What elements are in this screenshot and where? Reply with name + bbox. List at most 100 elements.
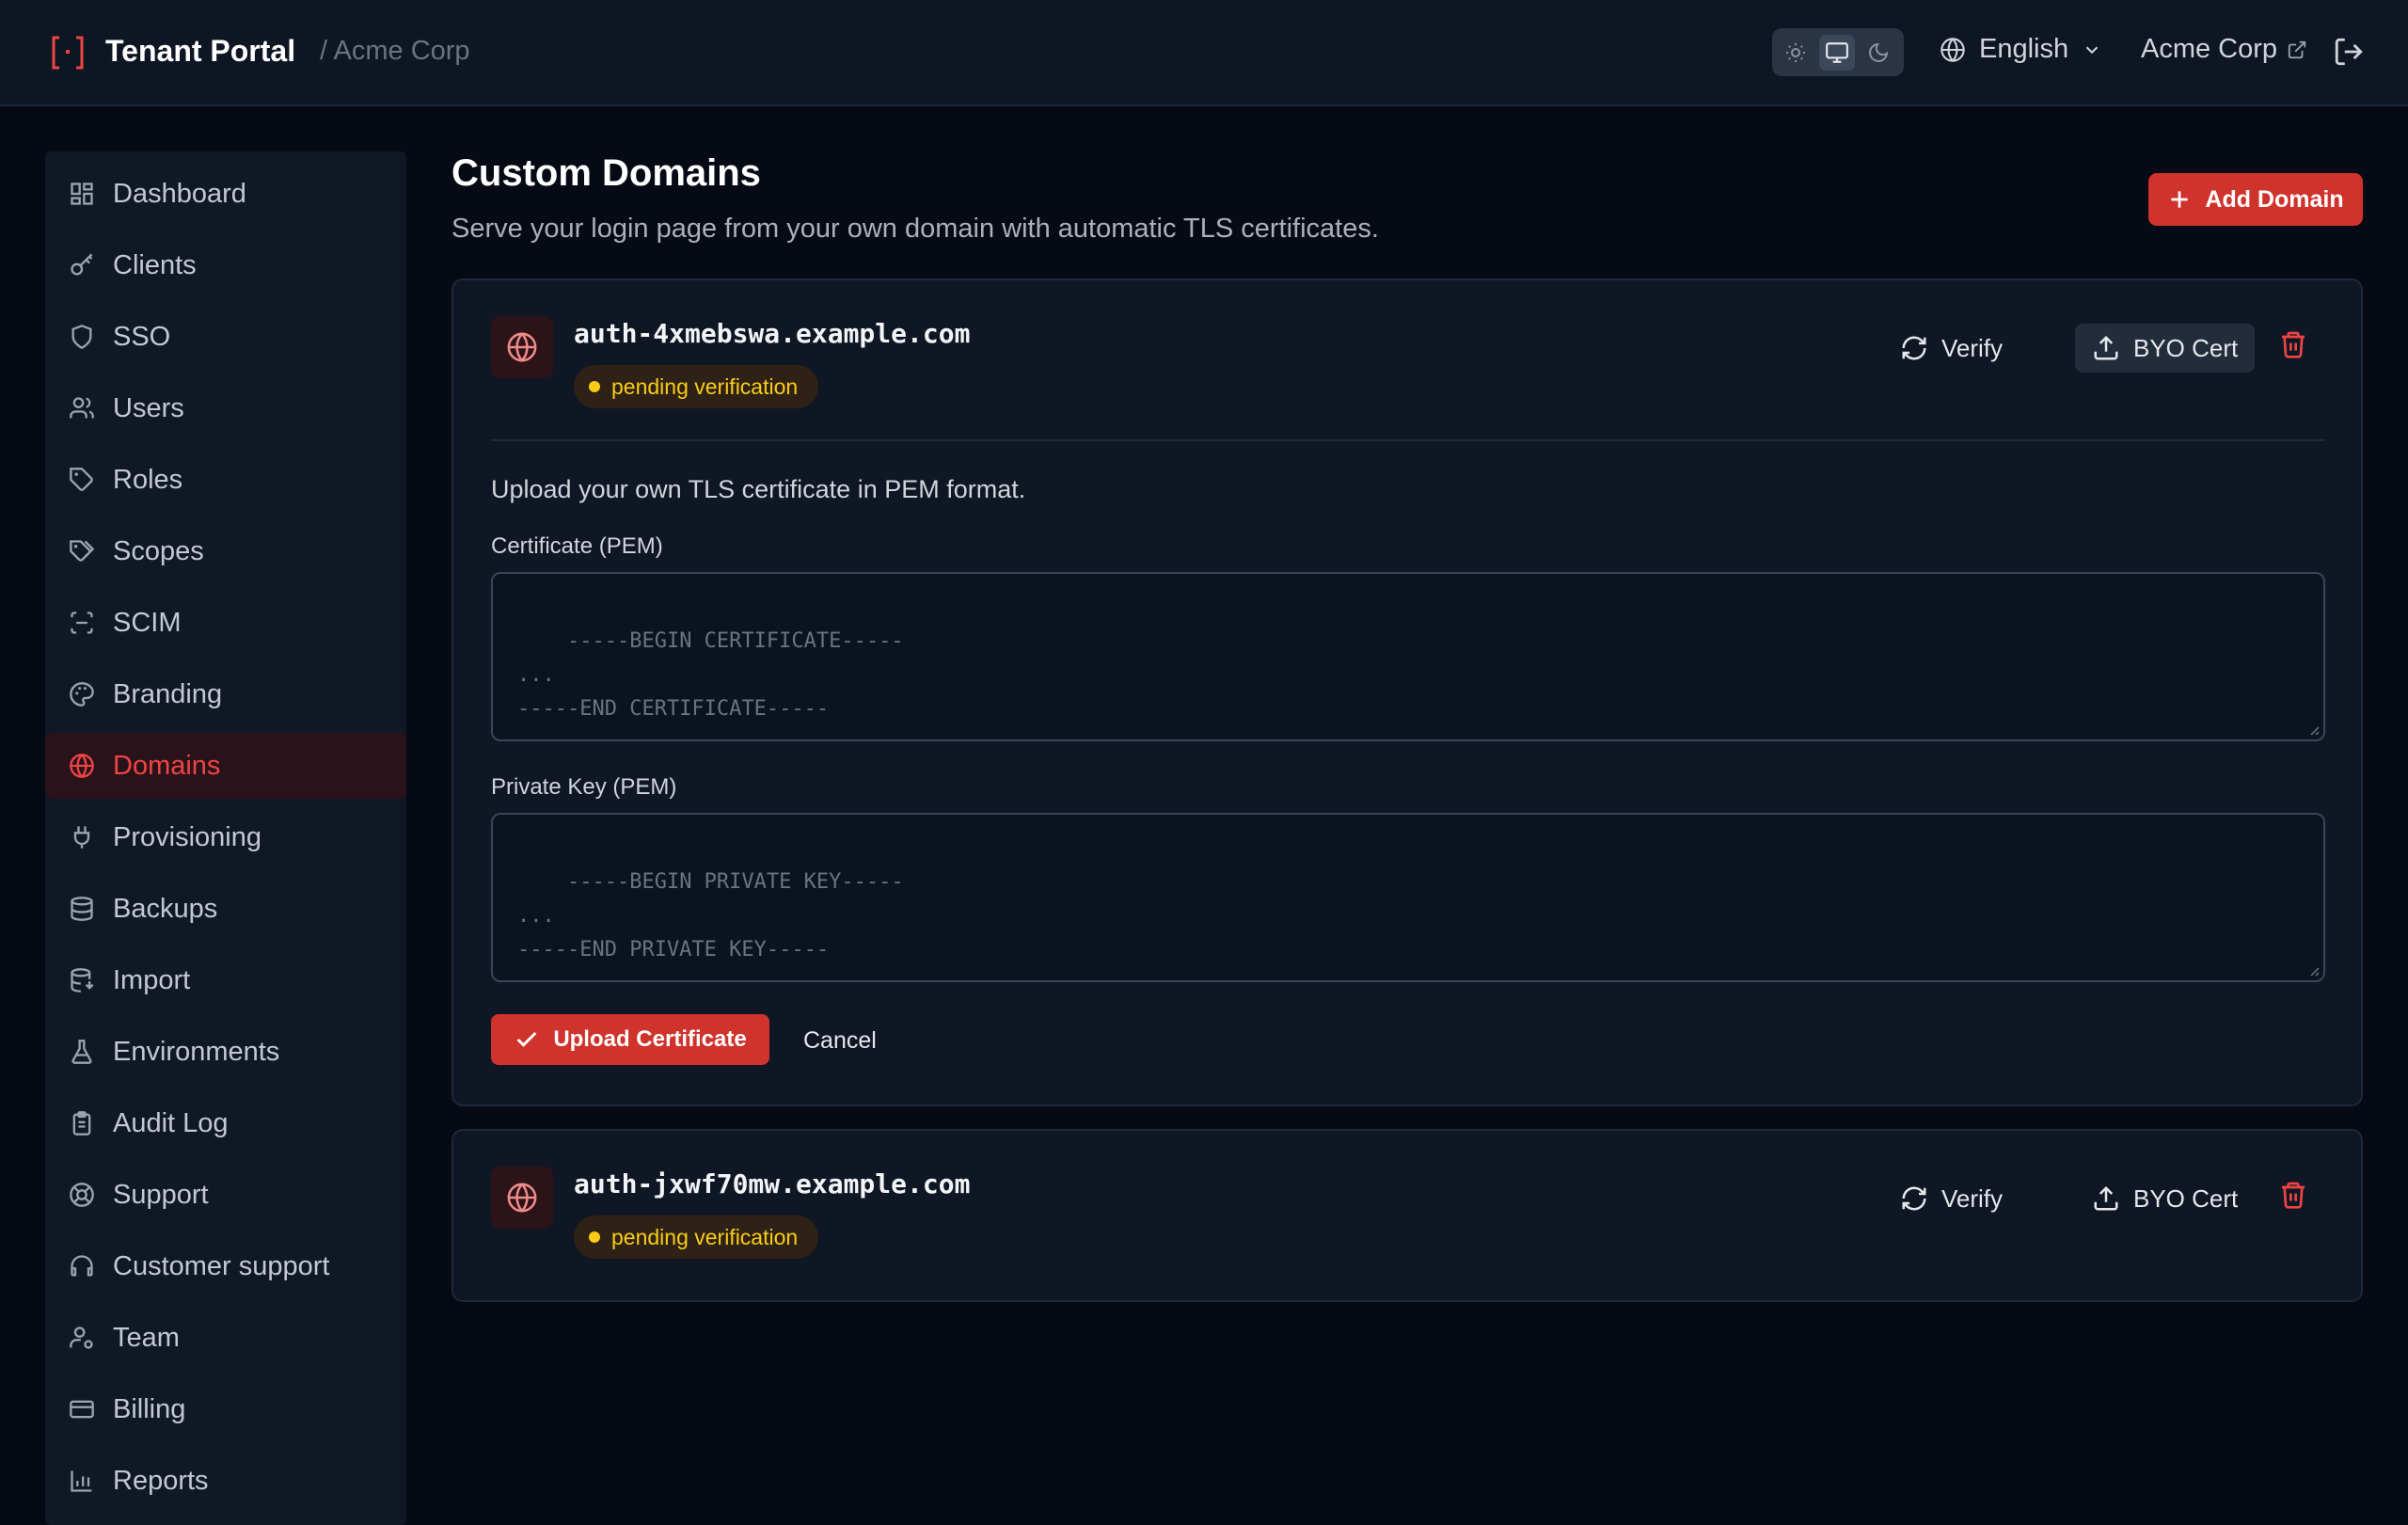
sidebar-item-label: Scopes: [113, 535, 204, 566]
upload-certificate-button[interactable]: Upload Certificate: [491, 1014, 769, 1065]
tags-icon: [68, 537, 96, 565]
light-theme-button[interactable]: [1778, 35, 1814, 71]
language-selector[interactable]: English: [1940, 34, 2102, 65]
globe-icon: [507, 332, 537, 362]
sun-icon: [1786, 42, 1805, 62]
language-label: English: [1979, 34, 2069, 64]
credit-card-icon: [68, 1395, 96, 1423]
private-key-textarea[interactable]: -----BEGIN PRIVATE KEY----- ... -----END…: [491, 813, 2325, 982]
trash-icon[interactable]: [2278, 329, 2308, 359]
sidebar-item-scim[interactable]: SCIM: [45, 590, 406, 656]
sidebar-item-label: SSO: [113, 321, 171, 352]
divider: [491, 439, 2325, 441]
status-dot: [589, 1231, 600, 1243]
tag-icon: [68, 466, 96, 494]
globe-icon: [507, 1183, 537, 1213]
domain-globe-icon: [491, 316, 553, 378]
verify-label: Verify: [1941, 333, 2004, 362]
sidebar-item-sso[interactable]: SSO: [45, 304, 406, 370]
monitor-icon: [1826, 41, 1848, 63]
sidebar-item-customer-support[interactable]: Customer support: [45, 1233, 406, 1299]
sidebar-item-environments[interactable]: Environments: [45, 1019, 406, 1085]
database-import-icon: [68, 966, 96, 994]
dashboard-icon: [68, 180, 96, 208]
certificate-textarea[interactable]: -----BEGIN CERTIFICATE----- ... -----END…: [491, 572, 2325, 741]
chevron-down-icon: [2085, 46, 2099, 54]
sidebar-item-label: Team: [113, 1322, 180, 1353]
resize-handle-icon[interactable]: [2306, 723, 2320, 736]
cancel-button[interactable]: Cancel: [803, 1027, 877, 1055]
sidebar-item-clients[interactable]: Clients: [45, 232, 406, 298]
breadcrumb: / Acme Corp: [320, 36, 470, 66]
verify-button[interactable]: Verify: [1883, 1174, 2020, 1223]
domain-card: auth-4xmebswa.example.com pending verifi…: [452, 278, 2363, 1106]
sidebar-item-roles[interactable]: Roles: [45, 447, 406, 513]
domain-name: auth-4xmebswa.example.com: [574, 318, 971, 349]
add-domain-label: Add Domain: [2205, 185, 2344, 213]
status-badge: pending verification: [574, 1215, 819, 1259]
check-icon: [516, 1031, 537, 1047]
resize-handle-icon[interactable]: [2306, 963, 2320, 977]
logout-icon[interactable]: [2333, 36, 2365, 68]
app-title[interactable]: Tenant Portal: [105, 34, 295, 69]
trash-icon[interactable]: [2278, 1180, 2308, 1210]
globe-icon: [1941, 37, 1965, 62]
upload-certificate-label: Upload Certificate: [553, 1026, 747, 1052]
private-key-placeholder: -----BEGIN PRIVATE KEY----- ... -----END…: [517, 870, 904, 961]
sidebar-item-team[interactable]: Team: [45, 1305, 406, 1371]
sidebar-item-scopes[interactable]: Scopes: [45, 518, 406, 584]
org-link-label: Acme Corp: [2141, 34, 2278, 64]
sidebar-item-import[interactable]: Import: [45, 947, 406, 1013]
verify-label: Verify: [1941, 1183, 2004, 1213]
sidebar-item-domains[interactable]: Domains: [45, 733, 406, 799]
sidebar-item-dashboard[interactable]: Dashboard: [45, 161, 406, 227]
database-icon: [68, 895, 96, 923]
sidebar: Dashboard Clients SSO Users Roles Scopes…: [45, 151, 406, 1525]
private-key-label: Private Key (PEM): [491, 774, 677, 800]
plus-icon: [2171, 191, 2189, 208]
domain-name: auth-jxwf70mw.example.com: [574, 1168, 971, 1199]
sidebar-item-reports[interactable]: Reports: [45, 1448, 406, 1514]
verify-button[interactable]: Verify: [1883, 324, 2020, 373]
sidebar-item-label: Users: [113, 392, 184, 423]
headset-icon: [68, 1252, 96, 1280]
org-external-link[interactable]: Acme Corp: [2141, 34, 2307, 65]
lifebuoy-icon: [68, 1181, 96, 1209]
upload-icon: [2094, 335, 2118, 360]
byo-cert-button[interactable]: BYO Cert: [2075, 324, 2256, 373]
key-icon: [68, 251, 96, 279]
sidebar-item-users[interactable]: Users: [45, 375, 406, 441]
status-dot: [589, 381, 600, 392]
clipboard-icon: [68, 1109, 96, 1137]
sidebar-item-branding[interactable]: Branding: [45, 661, 406, 727]
page-description: Serve your login page from your own doma…: [452, 214, 1379, 244]
status-label: pending verification: [611, 1224, 799, 1249]
domain-card: auth-jxwf70mw.example.com pending verifi…: [452, 1129, 2363, 1302]
sidebar-item-billing[interactable]: Billing: [45, 1376, 406, 1442]
sidebar-item-label: Clients: [113, 249, 197, 280]
sidebar-item-support[interactable]: Support: [45, 1162, 406, 1228]
byo-cert-button[interactable]: BYO Cert: [2075, 1174, 2255, 1223]
sidebar-item-label: Branding: [113, 678, 223, 709]
scan-icon: [68, 609, 96, 637]
domain-globe-icon: [491, 1167, 553, 1229]
refresh-icon: [1902, 1186, 1926, 1211]
sidebar-item-label: Domains: [113, 750, 221, 781]
sidebar-item-label: Audit Log: [113, 1107, 229, 1138]
sidebar-item-label: Billing: [113, 1393, 186, 1424]
flask-icon: [68, 1038, 96, 1066]
brand-logo-icon: [52, 36, 84, 70]
sidebar-item-label: Provisioning: [113, 821, 261, 852]
add-domain-button[interactable]: Add Domain: [2148, 173, 2363, 226]
sidebar-item-label: SCIM: [113, 607, 182, 638]
sidebar-item-label: Roles: [113, 464, 183, 495]
bar-chart-icon: [68, 1467, 96, 1495]
system-theme-button[interactable]: [1819, 34, 1855, 71]
sidebar-item-label: Backups: [113, 893, 218, 924]
sidebar-item-audit-log[interactable]: Audit Log: [45, 1090, 406, 1156]
sidebar-item-provisioning[interactable]: Provisioning: [45, 804, 406, 870]
external-link-icon: [2288, 40, 2306, 58]
status-badge: pending verification: [574, 365, 819, 408]
sidebar-item-backups[interactable]: Backups: [45, 876, 406, 942]
dark-theme-button[interactable]: [1861, 35, 1896, 71]
